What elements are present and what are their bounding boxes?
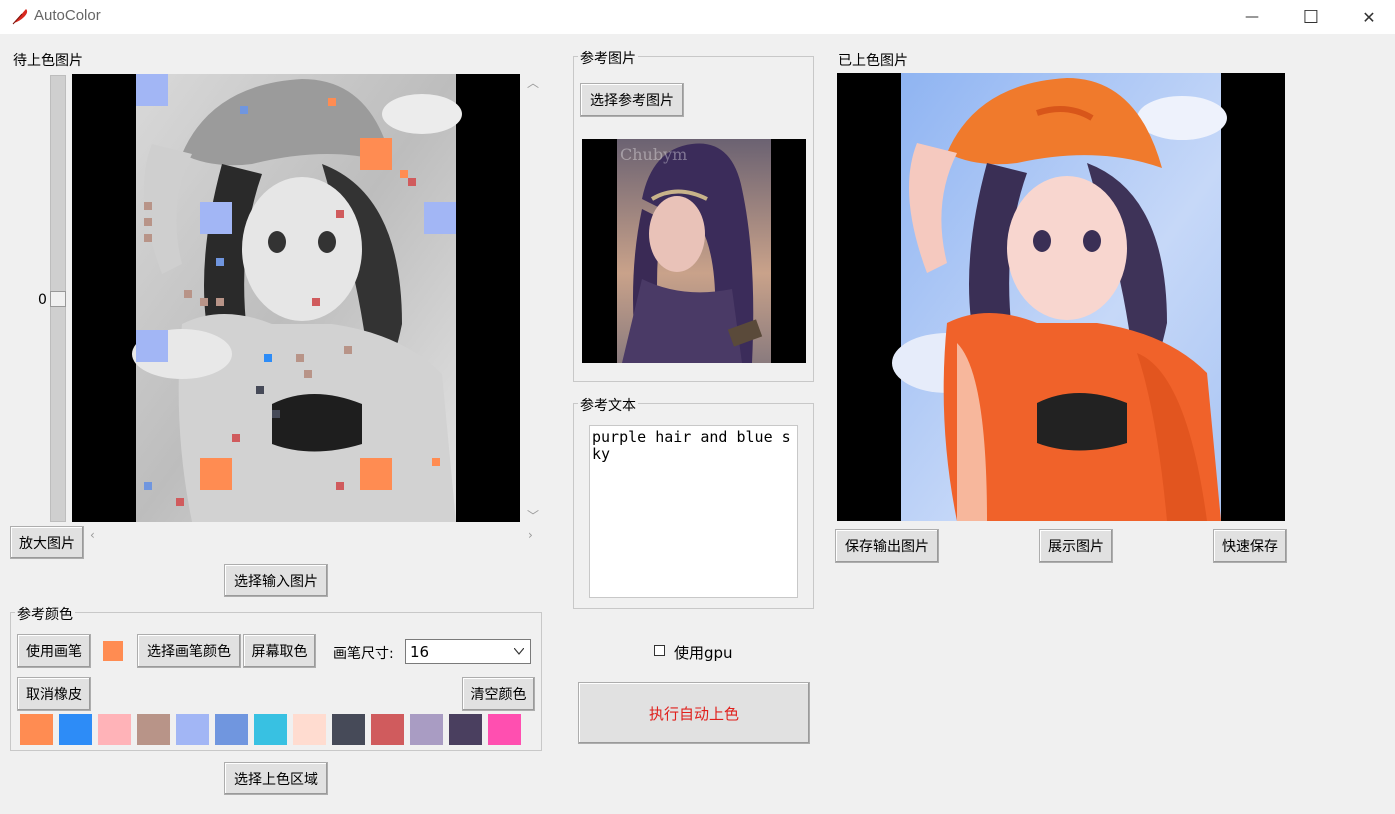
select-input-image-button[interactable]: 选择输入图片 — [224, 564, 328, 597]
minimize-icon: — — [1245, 9, 1259, 25]
ref-image-title: 参考图片 — [578, 48, 638, 68]
palette-swatch[interactable] — [254, 714, 287, 745]
output-image — [892, 73, 1227, 521]
save-output-image-button[interactable]: 保存输出图片 — [835, 529, 939, 563]
scroll-down-arrow[interactable]: ﹀ — [527, 507, 539, 524]
ref-image-canvas: Chubym — [582, 139, 806, 363]
window-title: AutoColor — [34, 7, 101, 24]
brush-size-value: 16 — [410, 642, 430, 661]
ref-watermark: Chubym — [620, 145, 688, 164]
scroll-left-arrow[interactable]: ‹ — [90, 528, 95, 542]
palette-swatch[interactable] — [410, 714, 443, 745]
select-color-region-button[interactable]: 选择上色区域 — [224, 762, 328, 795]
palette-swatch[interactable] — [488, 714, 521, 745]
run-autocolor-button[interactable]: 执行自动上色 — [578, 682, 810, 744]
brush-size-label: 画笔尺寸: — [333, 646, 394, 662]
input-image-heading: 待上色图片 — [13, 53, 83, 69]
ref-image — [617, 139, 771, 363]
use-brush-button[interactable]: 使用画笔 — [17, 634, 91, 668]
vertical-slider-thumb[interactable] — [50, 291, 66, 307]
slider-value: 0 — [38, 292, 47, 308]
maximize-icon: ☐ — [1302, 6, 1320, 28]
palette-swatch[interactable] — [176, 714, 209, 745]
output-image-heading: 已上色图片 — [838, 53, 908, 69]
screen-pick-color-button[interactable]: 屏幕取色 — [243, 634, 316, 668]
palette-swatch[interactable] — [371, 714, 404, 745]
quick-save-button[interactable]: 快速保存 — [1213, 529, 1287, 563]
palette-swatch[interactable] — [332, 714, 365, 745]
scroll-right-arrow[interactable]: › — [528, 528, 533, 542]
scroll-up-arrow[interactable]: ︿ — [527, 74, 539, 91]
output-canvas — [837, 73, 1285, 521]
use-gpu-checkbox[interactable] — [654, 645, 665, 656]
brush-size-select[interactable]: 16 — [405, 639, 531, 664]
clear-colors-button[interactable]: 清空颜色 — [462, 677, 535, 711]
choose-ref-image-button[interactable]: 选择参考图片 — [580, 83, 684, 117]
feather-icon — [12, 9, 28, 25]
input-canvas[interactable] — [72, 74, 520, 522]
palette-swatch[interactable] — [215, 714, 248, 745]
ref-colors-title: 参考颜色 — [15, 604, 75, 624]
palette-swatch[interactable] — [449, 714, 482, 745]
zoom-image-button[interactable]: 放大图片 — [10, 526, 84, 559]
use-gpu-label: 使用gpu — [674, 644, 733, 662]
ref-text-input[interactable]: purple hair and blue sky — [589, 425, 798, 598]
chevron-down-icon — [514, 648, 524, 655]
current-color-swatch — [103, 641, 123, 661]
palette-swatch[interactable] — [98, 714, 131, 745]
close-button[interactable]: ✕ — [1340, 0, 1395, 34]
title-bar — [0, 0, 1395, 34]
palette-swatch[interactable] — [137, 714, 170, 745]
cancel-eraser-button[interactable]: 取消橡皮 — [17, 677, 91, 711]
close-icon: ✕ — [1362, 7, 1376, 27]
palette-swatch[interactable] — [293, 714, 326, 745]
palette-swatch[interactable] — [20, 714, 53, 745]
input-image — [132, 74, 462, 522]
palette-swatch[interactable] — [59, 714, 92, 745]
ref-text-title: 参考文本 — [578, 395, 638, 415]
choose-brush-color-button[interactable]: 选择画笔颜色 — [137, 634, 241, 668]
show-image-button[interactable]: 展示图片 — [1039, 529, 1113, 563]
maximize-button[interactable]: ☐ — [1282, 0, 1340, 34]
minimize-button[interactable]: — — [1223, 0, 1281, 34]
